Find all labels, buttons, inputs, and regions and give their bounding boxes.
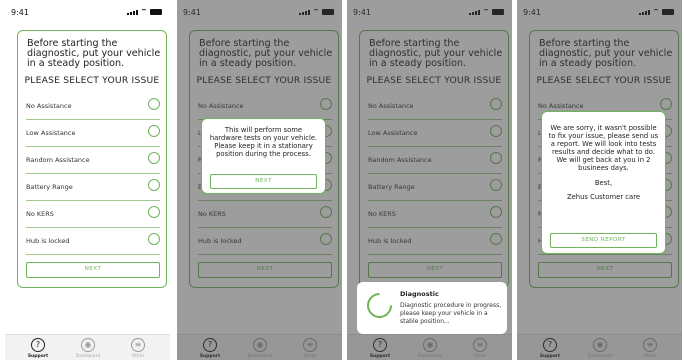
issue-option[interactable]: Random Assistance [26,147,160,174]
issue-option[interactable]: Low Assistance [26,120,160,147]
modal-message: We are sorry, it wasn't possible to fix … [548,124,659,172]
hardware-warning-modal: This will perform some hardware tests on… [201,118,326,194]
question-icon: ? [31,338,45,352]
status-time: 9:41 [11,8,29,17]
radio-button[interactable] [148,152,160,164]
tab-support[interactable]: ? Support [18,338,58,359]
tab-label: Other [131,354,145,359]
report-modal: We are sorry, it wasn't possible to fix … [541,111,666,254]
signal-icon [127,10,138,15]
modal-message: This will perform some hardware tests on… [209,126,318,158]
tab-bar: ? Support ◉ Dashboard ≡ Other [5,334,170,360]
tab-other[interactable]: ≡ Other [118,338,158,359]
issue-label: Battery Range [26,183,73,191]
battery-icon [150,9,162,15]
gauge-icon: ◉ [81,338,95,352]
send-report-button[interactable]: SEND REPORT [550,233,657,248]
radio-button[interactable] [148,179,160,191]
modal-closing: Best, [594,179,613,187]
tab-dashboard[interactable]: ◉ Dashboard [68,338,108,359]
issue-option[interactable]: No KERS [26,201,160,228]
toast-title: Diagnostic [400,290,439,298]
issue-label: Random Assistance [26,156,90,164]
modal-signature: Zehus Customer care [566,193,641,201]
modal-next-button[interactable]: NEXT [210,174,317,189]
issue-heading: PLEASE SELECT YOUR ISSUE [24,75,160,86]
screen-hardware-warning: 9:41 Before starting the diagnostic, put… [177,0,342,360]
radio-button[interactable] [148,125,160,137]
status-bar: 9:41 [5,0,170,24]
next-button[interactable]: NEXT [26,262,160,278]
toast-message: Diagnostic procedure in progress, please… [400,302,502,325]
screen-diagnostic-progress: 9:41 Before starting the diagnostic, put… [347,0,512,360]
radio-button[interactable] [148,206,160,218]
issue-label: Hub is locked [26,237,70,245]
diagnostic-toast: Diagnostic Diagnostic procedure in progr… [357,282,507,334]
issue-label: No Assistance [26,102,72,110]
issue-option[interactable]: No Assistance [26,93,160,120]
radio-button[interactable] [148,98,160,110]
screen-report: 9:41 Before starting the diagnostic, put… [517,0,682,360]
issue-card: Before starting the diagnostic, put your… [17,30,167,288]
issue-label: Low Assistance [26,129,76,137]
menu-icon: ≡ [131,338,145,352]
issue-option[interactable]: Battery Range [26,174,160,201]
spinner-icon [361,287,398,324]
tab-label: Support [27,354,49,359]
tab-label: Dashboard [75,354,101,359]
issue-label: No KERS [26,210,54,218]
issue-option[interactable]: Hub is locked [26,228,160,255]
wifi-icon [141,9,147,15]
radio-button[interactable] [148,233,160,245]
intro-text: Before starting the diagnostic, put your… [27,38,161,69]
screen-issue-select: 9:41 Before starting the diagnostic, put… [5,0,170,360]
